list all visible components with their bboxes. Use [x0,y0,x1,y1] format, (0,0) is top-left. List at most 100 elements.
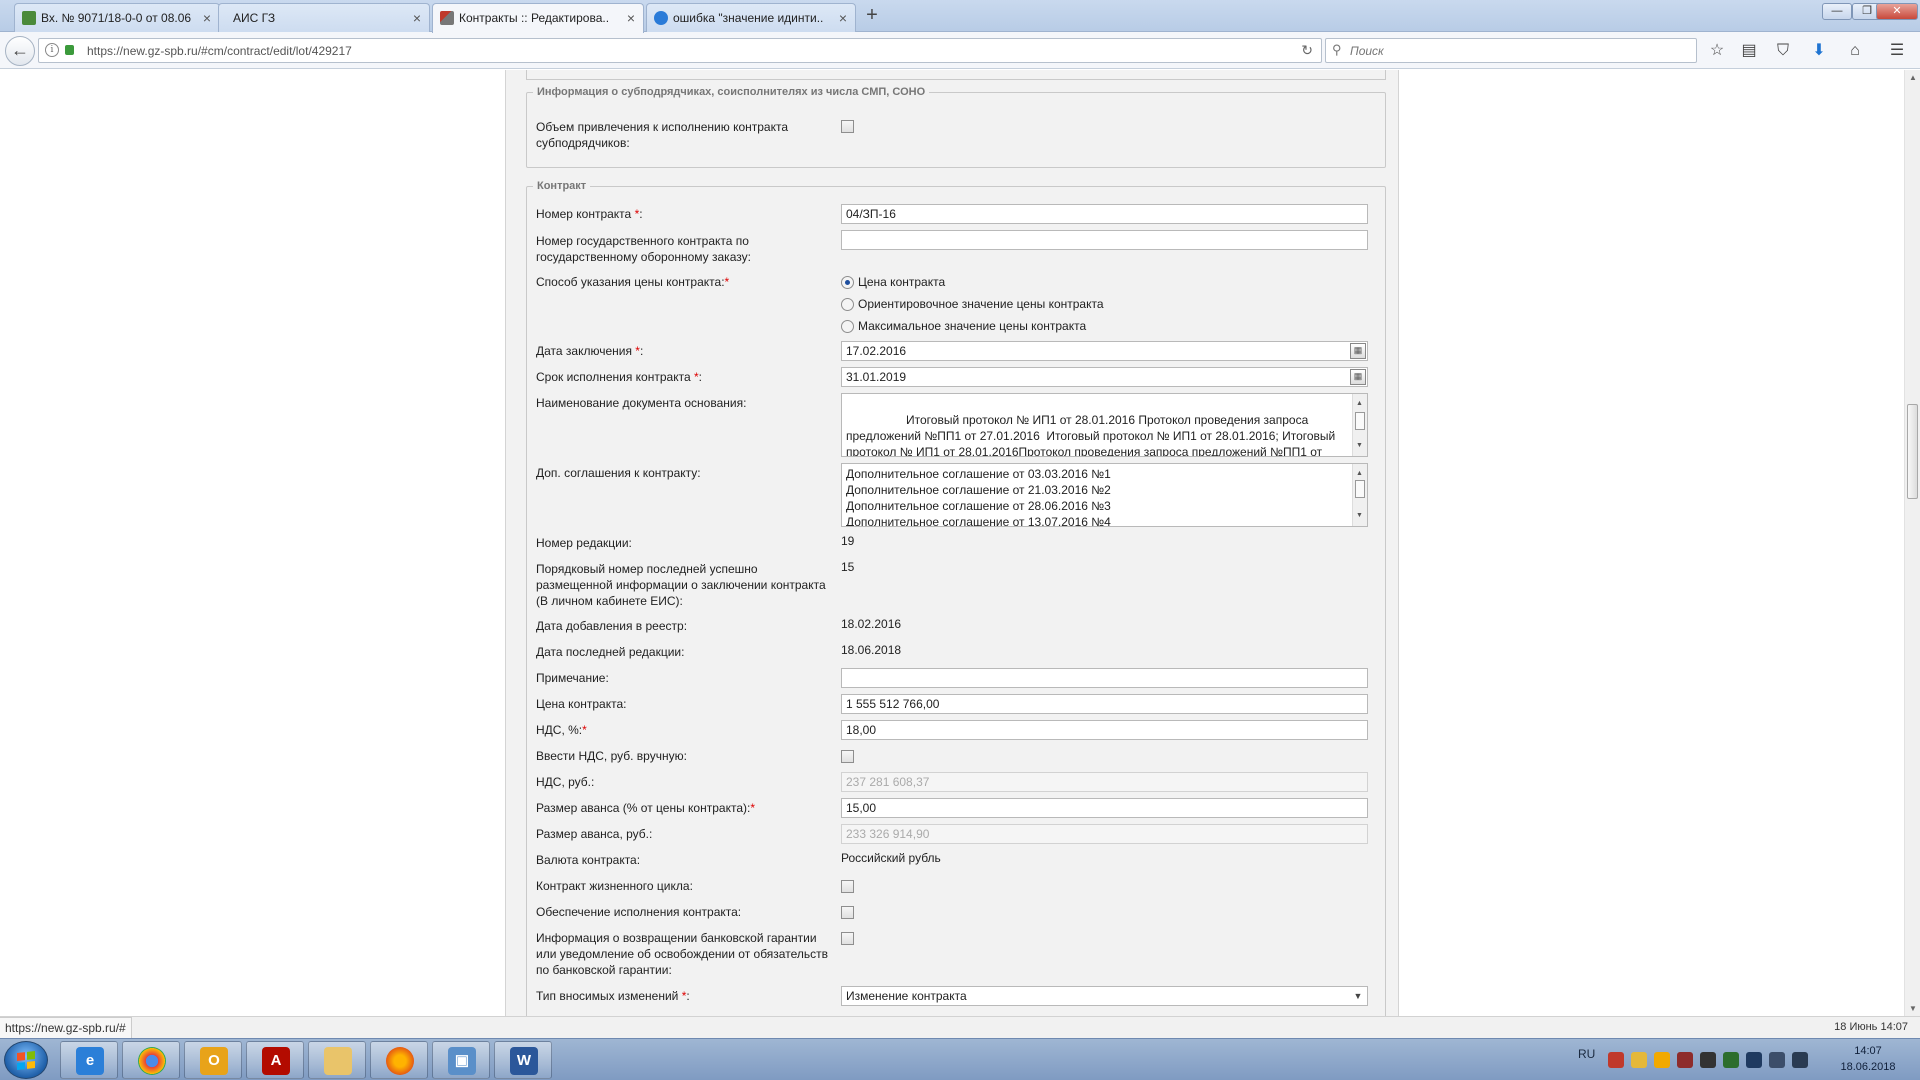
chevron-down-icon[interactable]: ▼ [1351,989,1365,1003]
taskbar-firefox[interactable] [370,1041,428,1079]
scroll-up-icon[interactable]: ▲ [1909,73,1917,82]
volume-tray-icon[interactable] [1792,1052,1808,1068]
bookmark-star-icon[interactable]: ☆ [1706,40,1728,62]
antivirus-tray-icon[interactable] [1608,1052,1624,1068]
list-item[interactable]: Дополнительное соглашение от 21.03.2016 … [846,482,1349,498]
note-field[interactable] [841,668,1368,688]
contract-price-label: Цена контракта: [536,697,627,711]
taskbar-acrobat[interactable]: A [246,1041,304,1079]
basis-document-text: Итоговый протокол № ИП1 от 28.01.2016 Пр… [846,413,1336,457]
list-scrollbar[interactable]: ▲ ▼ [1352,464,1367,526]
basis-document-label: Наименование документа основания: [536,396,747,410]
price-method-option-label[interactable]: Цена контракта [858,275,945,289]
close-tab-icon[interactable]: × [627,4,635,32]
list-item[interactable]: Дополнительное соглашение от 28.06.2016 … [846,498,1349,514]
page-scrollbar[interactable]: ▲ ▼ [1904,70,1920,1016]
previous-section-edge [526,70,1386,80]
eis-sequence-label: Порядковый номер последней успешно разме… [536,562,826,608]
remote-desktop-icon: ▣ [448,1047,476,1075]
change-type-label: Тип вносимых изменений *: [536,989,690,1003]
address-bar[interactable]: i https://new.gz-spb.ru/#cm/contract/edi… [38,38,1322,63]
calendar-icon[interactable]: ▦ [1350,369,1366,385]
menu-icon[interactable]: ☰ [1886,40,1908,62]
life-cycle-checkbox[interactable] [841,880,854,893]
close-tab-icon[interactable]: × [839,4,847,32]
browser-tab-3[interactable]: Контракты :: Редактирова... × [432,3,644,33]
calendar-icon[interactable]: ▦ [1350,343,1366,359]
outlook-tray-icon[interactable] [1654,1052,1670,1068]
language-indicator[interactable]: RU [1578,1047,1595,1061]
vat-manual-checkbox[interactable] [841,750,854,763]
taskbar-clock[interactable]: 14:07 18.06.2018 [1820,1043,1916,1075]
taskbar-outlook[interactable]: O [184,1041,242,1079]
list-item[interactable]: Дополнительное соглашение от 03.03.2016 … [846,466,1349,482]
execution-term-field[interactable] [841,367,1368,387]
tab-title: ошибка "значение идинти... [673,11,823,25]
windows-taskbar: e O A ▣ W RU 14:07 18.06.2018 [0,1038,1920,1080]
browser-tab-2[interactable]: АИС ГЗ × [218,3,430,32]
scroll-down-icon[interactable]: ▼ [1356,508,1363,524]
back-button[interactable]: ← [5,36,35,66]
taskbar-word[interactable]: W [494,1041,552,1079]
revision-number-value: 19 [841,534,855,548]
start-button[interactable] [4,1041,48,1079]
browser-tab-1[interactable]: Вх. № 9071/18-0-0 от 08.06.... × [14,3,220,32]
price-method-radio-estimated[interactable] [841,298,854,311]
minimize-button[interactable]: — [1822,3,1852,20]
url-text[interactable]: https://new.gz-spb.ru/#cm/contract/edit/… [87,44,352,58]
clock-time: 14:07 [1854,1045,1882,1057]
scroll-thumb[interactable] [1355,412,1365,430]
execution-security-checkbox[interactable] [841,906,854,919]
taskbar-chrome[interactable] [122,1041,180,1079]
pocket-icon[interactable]: ⛉ [1772,40,1794,62]
price-method-label: Способ указания цены контракта:* [536,275,730,289]
subcontractors-checkbox[interactable] [841,120,854,133]
new-tab-button[interactable]: + [860,3,884,29]
display-tray-icon[interactable] [1769,1052,1785,1068]
advance-percent-field[interactable] [841,798,1368,818]
price-method-option-label[interactable]: Ориентировочное значение цены контракта [858,297,1104,311]
gov-defense-number-field[interactable] [841,230,1368,250]
price-method-radio-maximum[interactable] [841,320,854,333]
price-method-radio-contract-price[interactable] [841,276,854,289]
taskbar-explorer[interactable] [308,1041,366,1079]
basis-document-textarea[interactable]: Итоговый протокол № ИП1 от 28.01.2016 Пр… [841,393,1368,457]
scroll-thumb[interactable] [1355,480,1365,498]
contract-price-field[interactable] [841,694,1368,714]
scroll-thumb[interactable] [1907,404,1918,499]
home-icon[interactable]: ⌂ [1844,40,1866,62]
browser-tab-4[interactable]: ошибка "значение идинти... × [646,3,856,32]
network-tray-icon[interactable] [1746,1052,1762,1068]
close-tab-icon[interactable]: × [203,4,211,32]
scroll-up-icon[interactable]: ▲ [1356,396,1363,412]
textarea-scrollbar[interactable]: ▲ ▼ [1352,394,1367,456]
supplementary-list[interactable]: Дополнительное соглашение от 03.03.2016 … [841,463,1368,527]
close-window-button[interactable]: ✕ [1876,3,1918,20]
internet-explorer-icon: e [76,1047,104,1075]
close-tab-icon[interactable]: × [413,4,421,32]
contract-number-field[interactable] [841,204,1368,224]
change-type-select[interactable]: Изменение контракта ▼ [841,986,1368,1006]
clock-date: 18.06.2018 [1840,1061,1896,1073]
info-icon[interactable]: i [45,43,59,57]
conclusion-date-field[interactable] [841,341,1368,361]
last-edit-date-label: Дата последней редакции: [536,645,685,659]
taskbar-remote-desktop[interactable]: ▣ [432,1041,490,1079]
sync-tray-icon[interactable] [1677,1052,1693,1068]
list-item[interactable]: Дополнительное соглашение от 13.07.2016 … [846,514,1349,526]
search-bar[interactable]: ⚲ [1325,38,1697,63]
download-icon[interactable]: ⬇ [1808,40,1830,62]
reload-icon[interactable]: ↻ [1301,42,1313,59]
update-tray-icon[interactable] [1723,1052,1739,1068]
search-input[interactable] [1350,42,1680,60]
security-tray-icon[interactable] [1700,1052,1716,1068]
scroll-down-icon[interactable]: ▼ [1909,1004,1917,1013]
change-type-value: Изменение контракта [846,989,967,1003]
price-method-option-label[interactable]: Максимальное значение цены контракта [858,319,1086,333]
mail-tray-icon[interactable] [1631,1052,1647,1068]
bookmarks-list-icon[interactable]: ▤ [1738,40,1760,62]
bank-guarantee-checkbox[interactable] [841,932,854,945]
scroll-down-icon[interactable]: ▼ [1356,438,1363,454]
taskbar-internet-explorer[interactable]: e [60,1041,118,1079]
vat-percent-field[interactable] [841,720,1368,740]
